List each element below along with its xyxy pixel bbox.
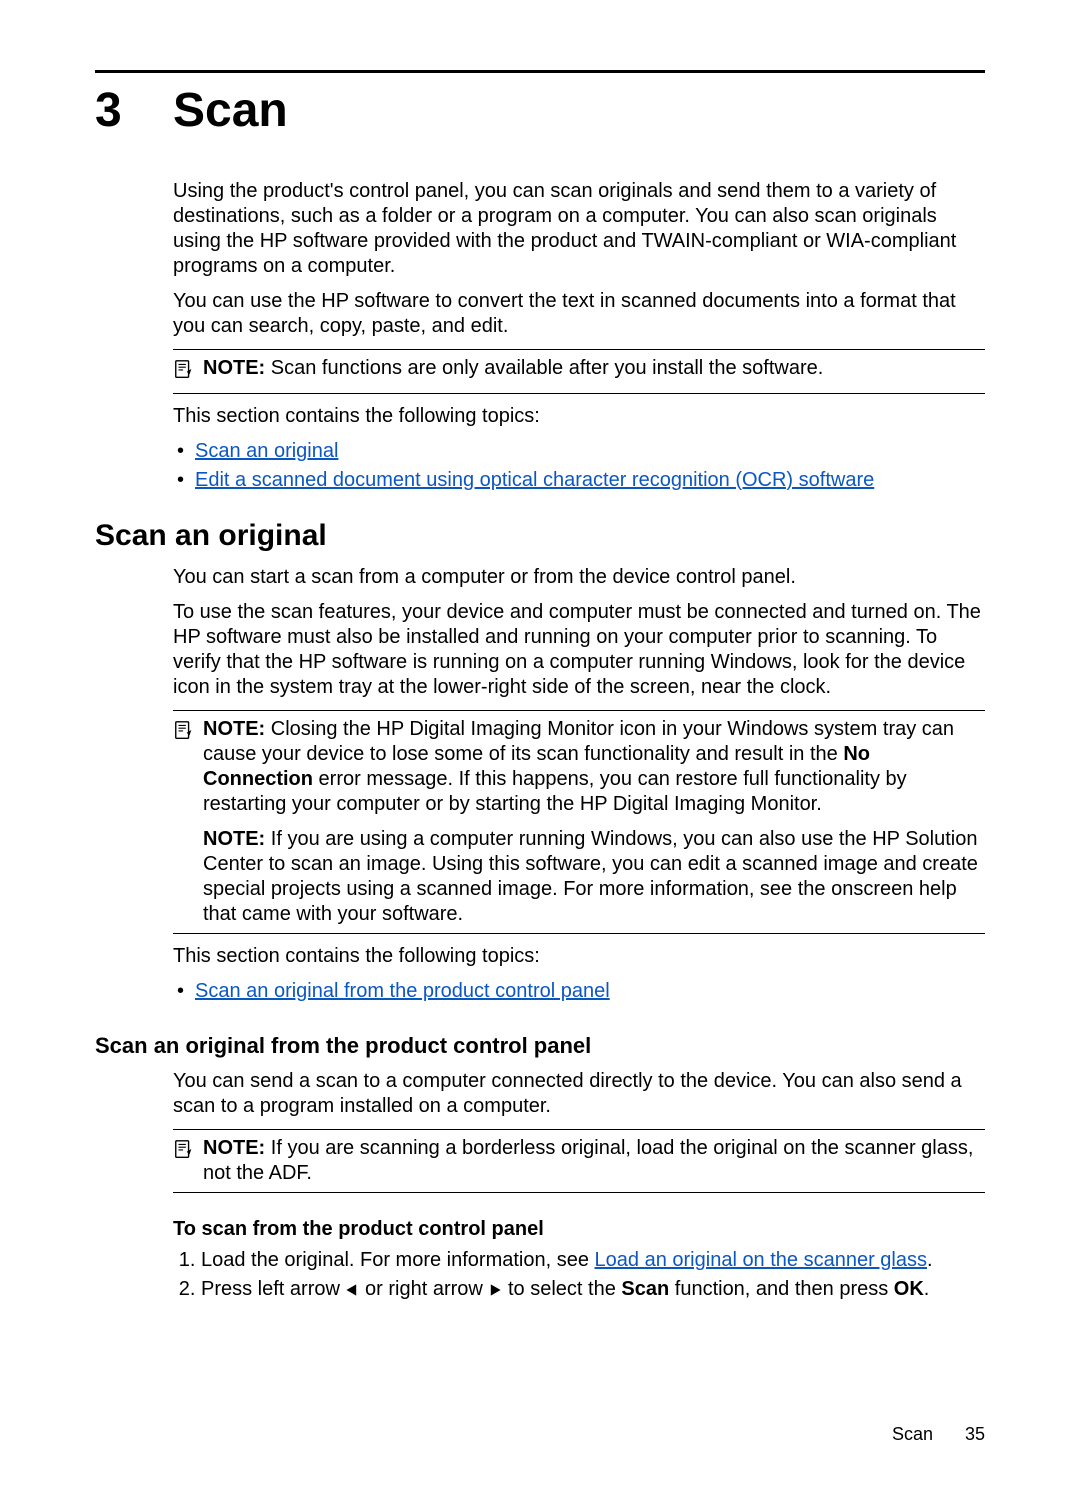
note-2-p2: NOTE: If you are using a computer runnin… <box>203 827 985 927</box>
footer-page-number: 35 <box>965 1423 985 1446</box>
footer-section: Scan <box>892 1423 933 1446</box>
steps-list: Load the original. For more information,… <box>173 1248 985 1304</box>
chapter-number: 3 <box>95 81 173 141</box>
step-1a: Load the original. For more information,… <box>201 1249 595 1271</box>
s1-p2: To use the scan features, your device an… <box>173 600 985 700</box>
note-icon <box>173 1136 203 1186</box>
note-1-text: NOTE: Scan functions are only available … <box>203 356 985 381</box>
note-box-2: NOTE: Closing the HP Digital Imaging Mon… <box>173 710 985 934</box>
step-1: Load the original. For more information,… <box>201 1248 985 1273</box>
link-ocr[interactable]: Edit a scanned document using optical ch… <box>195 469 874 491</box>
topics-lead: This section contains the following topi… <box>173 404 985 429</box>
step-2a: Press left arrow <box>201 1278 345 1300</box>
s2-p1: You can send a scan to a computer connec… <box>173 1069 985 1119</box>
heading-to-scan-panel: To scan from the product control panel <box>173 1217 985 1242</box>
left-arrow-icon <box>345 1279 359 1304</box>
note-3-text: NOTE: If you are scanning a borderless o… <box>203 1136 985 1186</box>
note-2-p1: NOTE: Closing the HP Digital Imaging Mon… <box>203 717 985 817</box>
list-item: Scan an original from the product contro… <box>195 979 985 1004</box>
link-load-original[interactable]: Load an original on the scanner glass <box>595 1249 927 1271</box>
heading-scan-an-original: Scan an original <box>95 517 985 555</box>
note-label: NOTE: <box>203 1137 265 1159</box>
s1-p1: You can start a scan from a computer or … <box>173 565 985 590</box>
topic-list-1: Scan an original Edit a scanned document… <box>173 439 985 493</box>
step-2-scan: Scan <box>621 1278 669 1300</box>
note-icon <box>173 717 203 927</box>
chapter-title: Scan <box>173 81 288 141</box>
note-1-body: Scan functions are only available after … <box>271 357 824 379</box>
note-label: NOTE: <box>203 357 265 379</box>
page-footer: Scan 35 <box>892 1423 985 1446</box>
step-1b: . <box>927 1249 933 1271</box>
step-2g: . <box>924 1278 930 1300</box>
list-item: Edit a scanned document using optical ch… <box>195 468 985 493</box>
note-label: NOTE: <box>203 718 265 740</box>
note-box-1: NOTE: Scan functions are only available … <box>173 349 985 394</box>
step-2b: or right arrow <box>359 1278 488 1300</box>
step-2: Press left arrow or right arrow to selec… <box>201 1277 985 1304</box>
note-label: NOTE: <box>203 828 265 850</box>
note-box-3: NOTE: If you are scanning a borderless o… <box>173 1129 985 1193</box>
link-scan-original[interactable]: Scan an original <box>195 440 338 462</box>
list-item: Scan an original <box>195 439 985 464</box>
step-2e: function, and then press <box>669 1278 894 1300</box>
intro-paragraph-2: You can use the HP software to convert t… <box>173 289 985 339</box>
link-scan-from-panel[interactable]: Scan an original from the product contro… <box>195 980 610 1002</box>
chapter-heading: 3 Scan <box>95 81 985 141</box>
note-2-p1a: Closing the HP Digital Imaging Monitor i… <box>203 718 954 765</box>
note-3-body: If you are scanning a borderless origina… <box>203 1137 973 1184</box>
intro-paragraph-1: Using the product's control panel, you c… <box>173 179 985 279</box>
note-icon <box>173 356 203 387</box>
right-arrow-icon <box>488 1279 502 1304</box>
heading-scan-from-panel: Scan an original from the product contro… <box>95 1032 985 1060</box>
step-2-ok: OK <box>894 1278 924 1300</box>
topic-list-2: Scan an original from the product contro… <box>173 979 985 1004</box>
topics2-lead: This section contains the following topi… <box>173 944 985 969</box>
note-2-p2a: If you are using a computer running Wind… <box>203 828 978 925</box>
step-2c: to select the <box>502 1278 621 1300</box>
